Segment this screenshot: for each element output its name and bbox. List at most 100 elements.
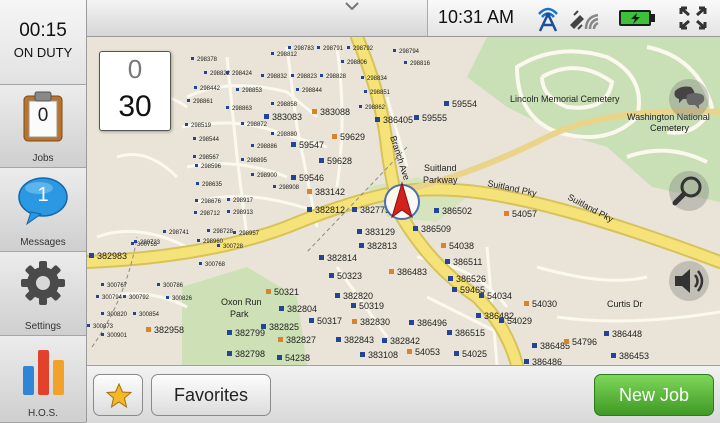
stop-marker-small[interactable] xyxy=(185,123,188,126)
stop-marker[interactable] xyxy=(278,337,283,342)
stop-marker[interactable] xyxy=(89,253,94,258)
stop-marker-small[interactable] xyxy=(359,105,362,108)
new-job-button[interactable]: New Job xyxy=(594,374,714,416)
stop-marker-small[interactable] xyxy=(317,46,320,49)
stop-marker-small[interactable] xyxy=(87,324,90,327)
stop-marker-small[interactable] xyxy=(157,283,160,286)
stop-marker-small[interactable] xyxy=(101,312,104,315)
stop-marker-small[interactable] xyxy=(191,57,194,60)
stop-marker-small[interactable] xyxy=(227,198,230,201)
stop-marker-small[interactable] xyxy=(226,106,229,109)
stop-marker-small[interactable] xyxy=(101,283,104,286)
stop-marker-small[interactable] xyxy=(194,86,197,89)
stop-marker[interactable] xyxy=(332,134,337,139)
stop-marker[interactable] xyxy=(407,349,412,354)
stop-marker-small[interactable] xyxy=(226,71,229,74)
stop-marker-small[interactable] xyxy=(131,242,134,245)
stop-marker[interactable] xyxy=(452,287,457,292)
stop-marker-small[interactable] xyxy=(101,333,104,336)
traffic-icon[interactable] xyxy=(667,77,711,121)
stop-marker[interactable] xyxy=(352,207,357,212)
stop-marker-small[interactable] xyxy=(187,99,190,102)
stop-marker[interactable] xyxy=(441,243,446,248)
stop-marker[interactable] xyxy=(413,226,418,231)
stop-marker[interactable] xyxy=(352,319,357,324)
stop-marker-small[interactable] xyxy=(291,74,294,77)
stop-marker[interactable] xyxy=(319,158,324,163)
stop-marker-small[interactable] xyxy=(361,76,364,79)
stop-marker[interactable] xyxy=(447,330,452,335)
stop-marker[interactable] xyxy=(476,313,481,318)
stop-marker-small[interactable] xyxy=(241,158,244,161)
stop-marker-small[interactable] xyxy=(251,144,254,147)
stop-marker[interactable] xyxy=(604,331,609,336)
dropdown-handle-icon[interactable] xyxy=(345,2,359,10)
stop-marker[interactable] xyxy=(357,229,362,234)
stop-marker-small[interactable] xyxy=(199,262,202,265)
stop-marker-small[interactable] xyxy=(288,46,291,49)
stop-marker-small[interactable] xyxy=(204,71,207,74)
stop-marker-small[interactable] xyxy=(236,88,239,91)
favorites-button[interactable]: Favorites xyxy=(151,374,271,416)
stop-marker[interactable] xyxy=(445,259,450,264)
stop-marker-small[interactable] xyxy=(251,173,254,176)
stop-marker-small[interactable] xyxy=(364,90,367,93)
stop-marker[interactable] xyxy=(312,109,317,114)
stop-marker[interactable] xyxy=(444,101,449,106)
search-icon[interactable] xyxy=(667,169,711,213)
stop-marker-small[interactable] xyxy=(166,296,169,299)
stop-marker[interactable] xyxy=(266,289,271,294)
stop-marker[interactable] xyxy=(504,211,509,216)
stop-marker[interactable] xyxy=(360,352,365,357)
stop-marker[interactable] xyxy=(264,114,269,119)
stop-marker-small[interactable] xyxy=(193,137,196,140)
stop-marker-small[interactable] xyxy=(233,231,236,234)
stop-marker[interactable] xyxy=(375,117,380,122)
stop-marker[interactable] xyxy=(336,337,341,342)
stop-marker-small[interactable] xyxy=(195,164,198,167)
stop-marker[interactable] xyxy=(414,115,419,120)
stop-marker[interactable] xyxy=(307,207,312,212)
stop-marker[interactable] xyxy=(351,303,356,308)
stop-marker[interactable] xyxy=(309,318,314,323)
stop-marker-small[interactable] xyxy=(241,122,244,125)
stop-marker[interactable] xyxy=(359,243,364,248)
sidebar-item-jobs[interactable]: 0 Jobs xyxy=(0,85,86,168)
stop-marker-small[interactable] xyxy=(271,102,274,105)
stop-marker[interactable] xyxy=(277,355,282,360)
stop-marker-small[interactable] xyxy=(133,312,136,315)
stop-marker-small[interactable] xyxy=(296,88,299,91)
sidebar-item-messages[interactable]: 1 Messages xyxy=(0,168,86,252)
stop-marker[interactable] xyxy=(329,273,334,278)
stop-marker[interactable] xyxy=(532,343,537,348)
sidebar-item-settings[interactable]: Settings xyxy=(0,252,86,336)
stop-marker-small[interactable] xyxy=(393,49,396,52)
stop-marker-small[interactable] xyxy=(261,74,264,77)
stop-marker-small[interactable] xyxy=(227,210,230,213)
stop-marker[interactable] xyxy=(448,276,453,281)
stop-marker[interactable] xyxy=(611,353,616,358)
speaker-icon[interactable] xyxy=(667,259,711,303)
stop-marker[interactable] xyxy=(227,351,232,356)
stop-marker[interactable] xyxy=(524,359,529,364)
favorite-star-button[interactable] xyxy=(93,374,143,416)
stop-marker-small[interactable] xyxy=(347,46,350,49)
stop-marker[interactable] xyxy=(434,208,439,213)
sidebar-item-hos[interactable]: H.O.S. xyxy=(0,336,86,423)
stop-marker-small[interactable] xyxy=(197,239,200,242)
stop-marker[interactable] xyxy=(279,306,284,311)
stop-marker-small[interactable] xyxy=(341,60,344,63)
stop-marker-small[interactable] xyxy=(195,199,198,202)
stop-marker[interactable] xyxy=(146,327,151,332)
stop-marker-small[interactable] xyxy=(194,211,197,214)
stop-marker-small[interactable] xyxy=(123,295,126,298)
stop-marker-small[interactable] xyxy=(320,74,323,77)
stop-marker-small[interactable] xyxy=(271,52,274,55)
stop-marker[interactable] xyxy=(335,293,340,298)
stop-marker-small[interactable] xyxy=(271,132,274,135)
stop-marker-small[interactable] xyxy=(207,229,210,232)
stop-marker-small[interactable] xyxy=(217,244,220,247)
stop-marker[interactable] xyxy=(291,175,296,180)
stop-marker[interactable] xyxy=(479,293,484,298)
stop-marker[interactable] xyxy=(564,339,569,344)
